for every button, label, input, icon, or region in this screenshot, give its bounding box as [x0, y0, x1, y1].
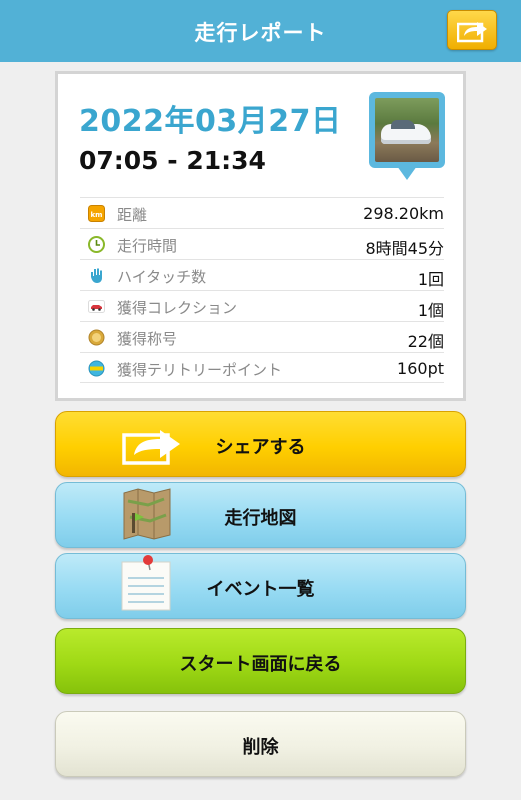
medal-icon	[88, 329, 105, 346]
clock-icon	[88, 236, 105, 253]
report-time-range: 07:05 - 21:34	[79, 146, 266, 175]
car-collection-icon	[88, 300, 105, 313]
stat-row-titles: 獲得称号 22個	[80, 321, 444, 352]
pin-tail	[397, 166, 417, 180]
hand-icon	[91, 268, 102, 283]
svg-text:km: km	[91, 211, 103, 219]
stat-value: 160pt	[397, 359, 444, 378]
drive-map-button-label: 走行地図	[224, 508, 297, 529]
delete-button[interactable]: 削除	[55, 711, 466, 777]
event-list-button[interactable]: イベント一覧	[55, 553, 466, 619]
stat-label: 距離	[117, 206, 148, 224]
stat-row-territory: 獲得テリトリーポイント 160pt	[80, 352, 444, 383]
stat-value: 22個	[407, 332, 444, 351]
report-card: 2022年03月27日 07:05 - 21:34 km 距離 298.20km…	[55, 71, 466, 401]
report-date: 2022年03月27日	[79, 104, 342, 139]
stat-value: 1個	[417, 301, 444, 320]
stat-row-high-touch: ハイタッチ数 1回	[80, 259, 444, 290]
stat-label: 獲得テリトリーポイント	[117, 361, 283, 379]
stat-label: 獲得称号	[117, 330, 178, 348]
stat-row-drive-time: 走行時間 8時間45分	[80, 228, 444, 259]
stat-value: 1回	[417, 270, 444, 289]
share-button[interactable]: シェアする	[55, 411, 466, 477]
back-to-start-button-label: スタート画面に戻る	[179, 654, 342, 675]
stat-row-collection: 獲得コレクション 1個	[80, 290, 444, 321]
car-photo	[375, 98, 439, 162]
stat-label: 走行時間	[117, 237, 178, 255]
car-photo-pin[interactable]	[369, 92, 445, 186]
stats-list: km 距離 298.20km 走行時間 8時間45分 ハイタッチ数 1回 獲得コ…	[80, 197, 444, 383]
delete-button-label: 削除	[242, 737, 279, 758]
share-button-label: シェアする	[215, 437, 306, 458]
stat-value: 298.20km	[363, 204, 444, 223]
car-window	[391, 120, 415, 129]
stat-label: ハイタッチ数	[117, 268, 207, 286]
drive-map-button[interactable]: 走行地図	[55, 482, 466, 548]
back-to-start-button[interactable]: スタート画面に戻る	[55, 628, 466, 694]
header-share-button[interactable]	[447, 10, 497, 50]
photo-frame	[369, 92, 445, 168]
header-bar: 走行レポート	[0, 0, 521, 62]
stat-label: 獲得コレクション	[117, 299, 238, 317]
km-icon: km	[88, 205, 105, 222]
page-title: 走行レポート	[194, 21, 327, 45]
stat-value: 8時間45分	[365, 239, 444, 258]
spot-icon	[88, 360, 105, 377]
stat-row-distance: km 距離 298.20km	[80, 197, 444, 228]
event-list-button-label: イベント一覧	[206, 579, 315, 600]
share-arrow-icon	[457, 22, 487, 43]
